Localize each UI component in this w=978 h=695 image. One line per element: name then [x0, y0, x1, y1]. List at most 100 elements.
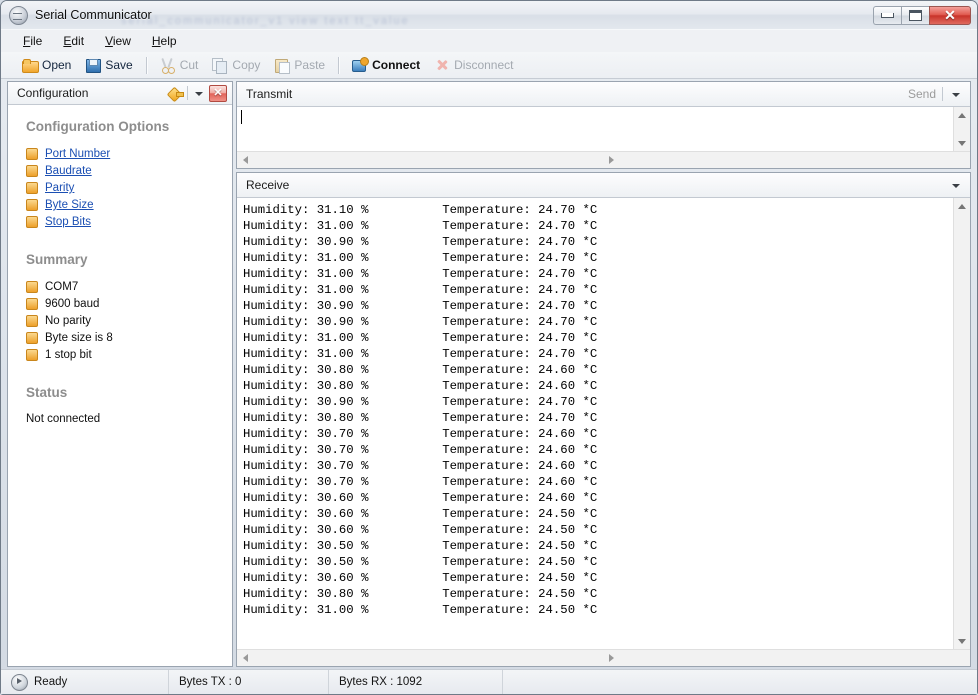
summary-item-stop-bit: 1 stop bit: [26, 348, 232, 362]
bullet-icon: [26, 281, 38, 293]
receive-output[interactable]: Humidity: 31.10 % Temperature: 24.70 *C H…: [237, 198, 953, 649]
app-icon: [9, 6, 28, 25]
connect-button[interactable]: Connect: [345, 55, 427, 75]
receive-line: Humidity: 31.00 % Temperature: 24.50 *C: [243, 602, 953, 618]
application-window: Serial Communicator serial_communicator_…: [0, 0, 978, 695]
configuration-options-heading: Configuration Options: [26, 119, 232, 134]
menu-item-view[interactable]: View: [97, 32, 139, 50]
receive-horizontal-scrollbar[interactable]: [237, 649, 970, 666]
configuration-panel: Configuration ✕ Configuration Options Po…: [7, 81, 233, 667]
config-option-byte-size[interactable]: Byte Size: [26, 198, 232, 212]
chevron-down-icon[interactable]: [192, 87, 205, 100]
config-option-label[interactable]: Baudrate: [45, 164, 92, 178]
receive-line: Humidity: 30.50 % Temperature: 24.50 *C: [243, 554, 953, 570]
menu-view-label: V: [105, 34, 113, 48]
window-title: Serial Communicator: [35, 8, 152, 22]
bytes-tx-label: Bytes TX : 0: [179, 676, 241, 688]
receive-line: Humidity: 31.00 % Temperature: 24.70 *C: [243, 266, 953, 282]
maximize-button[interactable]: [901, 6, 929, 25]
save-label: Save: [105, 58, 132, 72]
summary-item-parity: No parity: [26, 314, 232, 328]
config-option-label[interactable]: Byte Size: [45, 198, 94, 212]
receive-title: Receive: [246, 178, 289, 192]
scroll-down-icon[interactable]: [954, 633, 970, 649]
transmit-editor-row: [237, 107, 970, 151]
scroll-down-icon[interactable]: [954, 135, 970, 151]
open-label: Open: [42, 58, 71, 72]
menu-file-label: F: [23, 34, 30, 48]
pin-icon[interactable]: [168, 86, 183, 101]
transmit-header: Transmit Send: [237, 82, 970, 107]
config-option-stop-bits[interactable]: Stop Bits: [26, 215, 232, 229]
config-option-parity[interactable]: Parity: [26, 181, 232, 195]
scroll-left-icon[interactable]: [237, 152, 253, 168]
toolbar: Open Save Cut Copy Paste Connect Disconn…: [1, 52, 977, 79]
bullet-icon: [26, 298, 38, 310]
bullet-icon: [26, 349, 38, 361]
panel-close-button[interactable]: ✕: [209, 85, 227, 102]
title-bar: Serial Communicator serial_communicator_…: [1, 1, 977, 29]
maximize-icon: [909, 10, 922, 21]
scroll-right-icon[interactable]: [256, 650, 966, 666]
resize-grip-icon[interactable]: [959, 675, 973, 689]
chevron-down-icon[interactable]: [949, 88, 962, 101]
receive-line: Humidity: 30.70 % Temperature: 24.60 *C: [243, 458, 953, 474]
transmit-title: Transmit: [246, 87, 292, 101]
config-option-label[interactable]: Parity: [45, 181, 74, 195]
scissors-icon: [160, 57, 176, 73]
receive-line: Humidity: 31.00 % Temperature: 24.70 *C: [243, 330, 953, 346]
toolbar-separator-1: [146, 57, 147, 74]
summary-item-label: COM7: [45, 280, 78, 294]
panel-header-separator: [187, 86, 188, 100]
bullet-icon: [26, 315, 38, 327]
right-pane-container: Transmit Send: [236, 81, 971, 667]
title-ghost-text: serial_communicator_v1 view text tt_valu…: [121, 15, 841, 28]
receive-line: Humidity: 30.60 % Temperature: 24.60 *C: [243, 490, 953, 506]
copy-icon: [212, 57, 228, 73]
summary-item-baudrate: 9600 baud: [26, 297, 232, 311]
scroll-up-icon[interactable]: [954, 107, 970, 123]
menu-bar: File Edit View Help: [1, 29, 977, 52]
menu-item-file[interactable]: File: [15, 32, 50, 50]
receive-line: Humidity: 30.70 % Temperature: 24.60 *C: [243, 442, 953, 458]
paste-button: Paste: [267, 55, 332, 75]
main-body: Configuration ✕ Configuration Options Po…: [1, 79, 977, 669]
menu-item-edit[interactable]: Edit: [55, 32, 92, 50]
status-cell-bytes-rx: Bytes RX : 1092: [329, 670, 503, 694]
receive-vertical-scrollbar[interactable]: [953, 198, 970, 649]
floppy-disk-icon: [85, 57, 101, 73]
status-heading: Status: [26, 385, 232, 400]
config-option-port-number[interactable]: Port Number: [26, 147, 232, 161]
receive-line: Humidity: 30.90 % Temperature: 24.70 *C: [243, 298, 953, 314]
close-button[interactable]: ✕: [929, 6, 971, 25]
receive-line: Humidity: 31.10 % Temperature: 24.70 *C: [243, 202, 953, 218]
save-button[interactable]: Save: [78, 55, 139, 75]
config-option-label[interactable]: Stop Bits: [45, 215, 91, 229]
scroll-right-icon[interactable]: [256, 152, 966, 168]
transmit-input[interactable]: [237, 107, 953, 151]
open-button[interactable]: Open: [15, 55, 78, 75]
scroll-up-icon[interactable]: [954, 198, 970, 214]
summary-item-label: No parity: [45, 314, 91, 328]
minimize-button[interactable]: [873, 6, 901, 25]
summary-item-byte-size: Byte size is 8: [26, 331, 232, 345]
copy-button: Copy: [205, 55, 267, 75]
send-button[interactable]: Send: [908, 87, 936, 101]
plug-icon: [352, 57, 368, 73]
summary-heading: Summary: [26, 252, 232, 267]
bytes-rx-label: Bytes RX : 1092: [339, 676, 422, 688]
transmit-horizontal-scrollbar[interactable]: [237, 151, 970, 168]
config-option-label[interactable]: Port Number: [45, 147, 110, 161]
receive-header: Receive: [237, 173, 970, 198]
receive-line: Humidity: 30.50 % Temperature: 24.50 *C: [243, 538, 953, 554]
menu-item-help[interactable]: Help: [144, 32, 185, 50]
cut-button: Cut: [153, 55, 206, 75]
summary-item-port: COM7: [26, 280, 232, 294]
paste-label: Paste: [294, 58, 325, 72]
clipboard-icon: [274, 57, 290, 73]
transmit-vertical-scrollbar[interactable]: [953, 107, 970, 151]
config-option-baudrate[interactable]: Baudrate: [26, 164, 232, 178]
scroll-left-icon[interactable]: [237, 650, 253, 666]
transmit-tools: Send: [908, 87, 966, 101]
chevron-down-icon[interactable]: [949, 179, 962, 192]
